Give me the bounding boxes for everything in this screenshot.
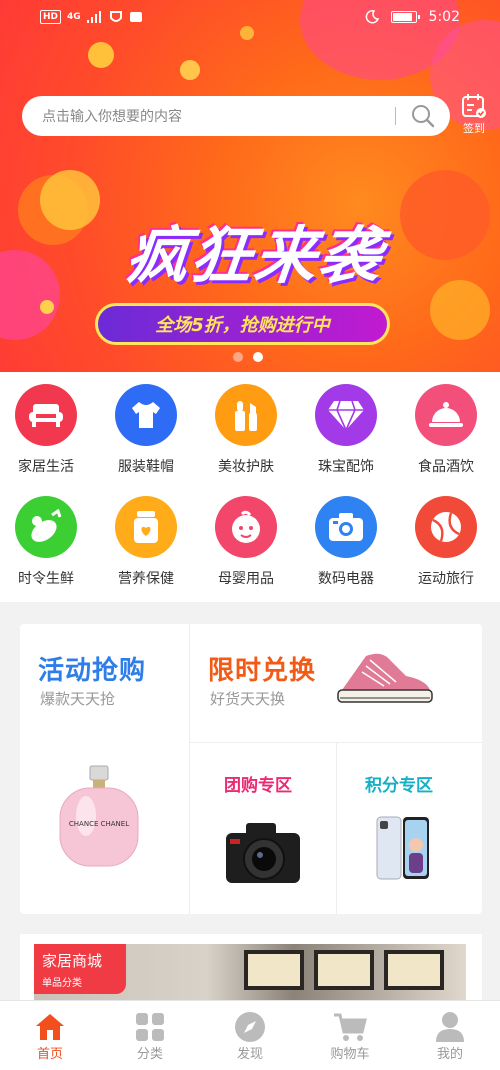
category-label: 母婴用品	[218, 571, 274, 587]
moon-icon	[365, 10, 379, 24]
user-icon	[433, 1011, 467, 1043]
cosmetics-icon	[215, 384, 277, 446]
tab-label: 我的	[436, 1047, 463, 1062]
category-home-living[interactable]: 家居生活	[0, 384, 92, 484]
home-mall-tag: 家居商城 单品分类	[34, 944, 126, 994]
grid-icon	[133, 1011, 167, 1043]
decor-blob	[40, 300, 54, 314]
sofa-icon	[15, 384, 77, 446]
signin-button[interactable]: 签到	[458, 92, 490, 140]
picture-frame	[314, 950, 374, 990]
tab-label: 首页	[36, 1047, 63, 1062]
hd-badge: HD	[40, 10, 62, 24]
food-cloche-icon	[415, 384, 477, 446]
search-divider	[395, 107, 396, 125]
limited-exchange-subtitle: 好货天天换	[210, 690, 286, 708]
tab-label: 发现	[236, 1047, 263, 1062]
phone-image	[376, 816, 429, 880]
network-type: 4G	[67, 12, 81, 22]
category-fresh-produce[interactable]: 时令生鲜	[0, 496, 92, 596]
tab-cart[interactable]: 购物车	[300, 1001, 400, 1070]
promo-grid: 活动抢购 爆款天天抢 CHANCE CHANEL 限时兑换 好货天天换 团购专区	[20, 624, 482, 914]
banner-subtitle: 全场5折，抢购进行中	[95, 303, 390, 345]
category-label: 营养保健	[118, 571, 174, 587]
flash-sale-title: 活动抢购	[38, 656, 147, 686]
diamond-icon	[315, 384, 377, 446]
ball-icon	[415, 496, 477, 558]
category-mother-baby[interactable]: 母婴用品	[200, 496, 292, 596]
home-mall-section[interactable]: 家居商城 单品分类	[20, 934, 482, 1004]
decor-blob	[0, 250, 60, 340]
search-icon[interactable]	[410, 103, 436, 129]
baby-face-icon	[215, 496, 277, 558]
search-placeholder: 点击输入你想要的内容	[42, 109, 182, 125]
bottom-tab-bar: 首页 分类 发现 购物车 我的	[0, 1000, 500, 1070]
points-title: 积分专区	[365, 776, 433, 796]
limited-exchange-title: 限时兑换	[208, 656, 317, 686]
decor-blob	[430, 280, 490, 340]
banner-pagination	[233, 352, 263, 362]
category-label: 服装鞋帽	[118, 459, 174, 475]
category-sports-travel[interactable]: 运动旅行	[400, 496, 492, 596]
calendar-check-icon	[462, 94, 486, 118]
home-mall-subtitle: 单品分类	[42, 978, 82, 989]
cart-icon	[333, 1011, 367, 1043]
category-electronics[interactable]: 数码电器	[300, 496, 392, 596]
status-bar: HD 4G 5:02	[0, 0, 500, 36]
clock: 5:02	[428, 9, 460, 25]
picture-frame	[244, 950, 304, 990]
category-jewelry[interactable]: 珠宝配饰	[300, 384, 392, 484]
category-label: 数码电器	[318, 571, 374, 587]
perfume-image: CHANCE CHANEL	[59, 765, 139, 867]
tab-discover[interactable]: 发现	[200, 1001, 300, 1070]
compass-icon	[233, 1011, 267, 1043]
limited-exchange-card[interactable]: 限时兑换 好货天天换	[190, 624, 482, 742]
tab-category[interactable]: 分类	[100, 1001, 200, 1070]
home-mall-title: 家居商城	[42, 952, 103, 970]
decor-blob	[180, 60, 200, 80]
flash-sale-card[interactable]: 活动抢购 爆款天天抢 CHANCE CHANEL	[20, 624, 189, 914]
pagination-dot[interactable]	[233, 352, 243, 362]
battery-icon	[390, 11, 420, 23]
hero-header: HD 4G 5:02 点击输入你想要的内容 签到 疯狂来袭 全场5折，抢购进行中	[0, 0, 500, 372]
category-label: 珠宝配饰	[318, 459, 374, 475]
search-bar[interactable]: 点击输入你想要的内容	[22, 96, 450, 136]
tab-profile[interactable]: 我的	[400, 1001, 500, 1070]
category-label: 美妆护肤	[218, 459, 274, 475]
supplement-jar-icon	[115, 496, 177, 558]
category-grid: 家居生活 服装鞋帽 美妆护肤 珠宝配饰 食品酒饮 时令生鲜 营养保健 母婴用品 …	[0, 372, 500, 602]
shield-icon	[109, 11, 122, 22]
group-buy-card[interactable]: 团购专区	[190, 743, 336, 914]
message-icon	[129, 12, 142, 22]
category-food-drinks[interactable]: 食品酒饮	[400, 384, 492, 484]
category-label: 时令生鲜	[18, 571, 74, 587]
pagination-dot-active[interactable]	[253, 352, 263, 362]
group-buy-title: 团购专区	[224, 776, 292, 796]
banner-title: 疯狂来袭	[122, 219, 387, 292]
perfume-label: CHANCE CHANEL	[69, 820, 129, 828]
tab-home[interactable]: 首页	[0, 1001, 100, 1070]
points-card[interactable]: 积分专区	[337, 743, 482, 914]
category-health[interactable]: 营养保健	[100, 496, 192, 596]
category-label: 运动旅行	[418, 571, 474, 587]
decor-blob	[40, 170, 100, 230]
camera-image	[226, 823, 300, 883]
signal-icon	[86, 11, 101, 23]
flash-sale-subtitle: 爆款天天抢	[40, 690, 116, 708]
signin-label: 签到	[463, 122, 485, 135]
vegetable-icon	[15, 496, 77, 558]
tab-label: 分类	[136, 1047, 163, 1062]
category-beauty[interactable]: 美妆护肤	[200, 384, 292, 484]
sneaker-image	[337, 653, 433, 703]
category-apparel[interactable]: 服装鞋帽	[100, 384, 192, 484]
home-icon	[33, 1011, 67, 1043]
tab-label: 购物车	[330, 1047, 370, 1062]
category-label: 家居生活	[18, 459, 74, 475]
picture-frame	[384, 950, 444, 990]
decor-blob	[88, 42, 114, 68]
category-label: 食品酒饮	[418, 459, 474, 475]
camera-icon	[315, 496, 377, 558]
tshirt-icon	[115, 384, 177, 446]
